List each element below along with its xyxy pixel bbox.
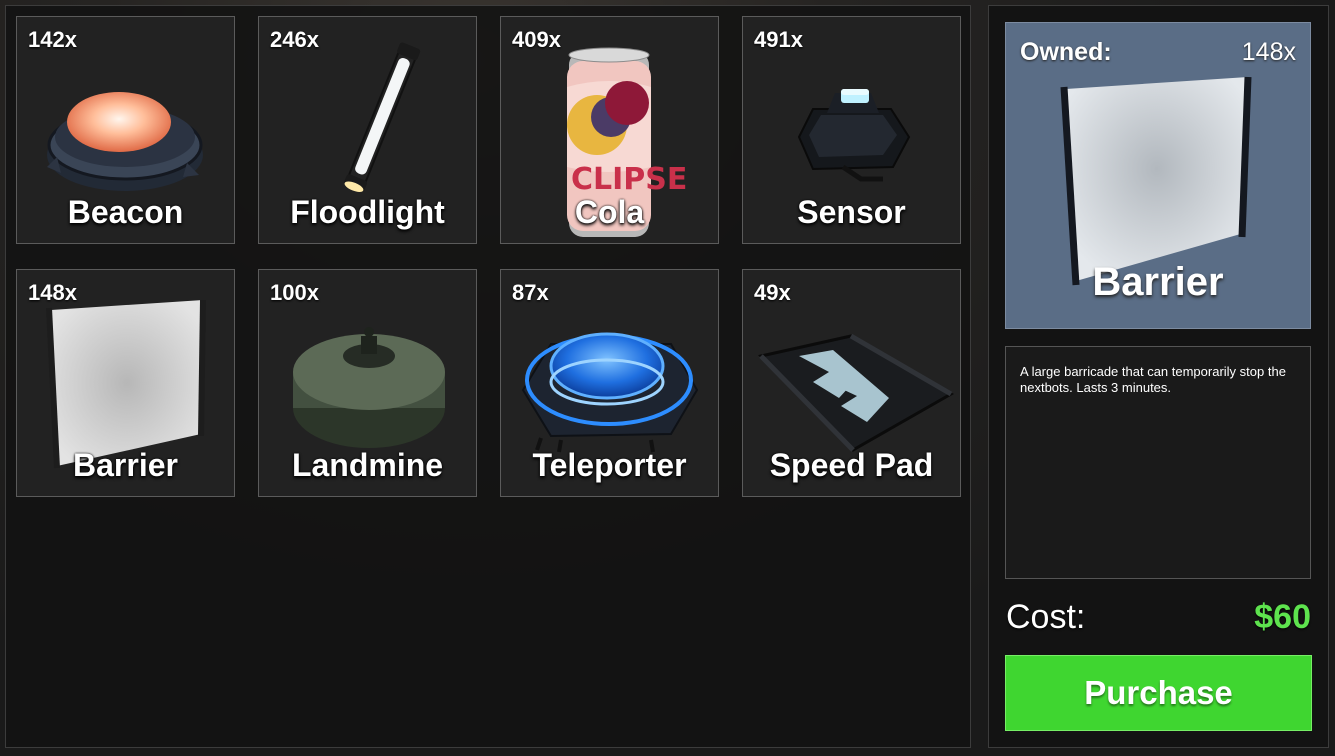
item-tile-floodlight[interactable]: 246x Floodlight: [258, 16, 477, 244]
item-name: Cola: [574, 194, 645, 230]
can-label: CLIPSE: [571, 162, 687, 197]
owned-label: Owned:: [1020, 38, 1112, 66]
item-tile-landmine[interactable]: 100x Landmine: [258, 269, 477, 497]
item-name: Teleporter: [532, 447, 687, 483]
cost-value: $60: [1254, 598, 1311, 636]
item-count: 87x: [512, 280, 549, 305]
item-name: Floodlight: [290, 194, 445, 230]
item-count: 142x: [28, 27, 77, 52]
item-count: 100x: [270, 280, 319, 305]
item-tile-speed-pad[interactable]: 49x Speed Pad: [742, 269, 961, 497]
item-name: Beacon: [67, 194, 184, 230]
item-count: 409x: [512, 27, 561, 52]
item-name: Speed Pad: [769, 447, 934, 483]
owned-count: 148x: [1241, 38, 1296, 66]
item-tile-cola[interactable]: 409x CLIPSE Cola: [500, 16, 719, 244]
description-text: A large barricade that can temporarily s…: [1020, 364, 1286, 395]
item-count: 148x: [28, 280, 77, 305]
cost-label: Cost:: [1006, 598, 1086, 636]
item-description: A large barricade that can temporarily s…: [1005, 346, 1311, 579]
preview-item-name: Barrier: [1092, 260, 1224, 304]
purchase-button[interactable]: Purchase: [1005, 655, 1312, 731]
item-count: 246x: [270, 27, 319, 52]
item-tile-barrier[interactable]: 148x Barrier: [16, 269, 235, 497]
item-name: Landmine: [291, 447, 444, 483]
item-name: Sensor: [797, 194, 906, 230]
item-count: 49x: [754, 280, 791, 305]
item-preview: Owned: 148x Barrier: [1005, 22, 1311, 329]
item-name: Barrier: [73, 447, 178, 483]
item-tile-beacon[interactable]: 142x Beacon: [16, 16, 235, 244]
item-count: 491x: [754, 27, 803, 52]
item-tile-teleporter[interactable]: 87x Teleporter: [500, 269, 719, 497]
item-tile-sensor[interactable]: 491x Sensor: [742, 16, 961, 244]
